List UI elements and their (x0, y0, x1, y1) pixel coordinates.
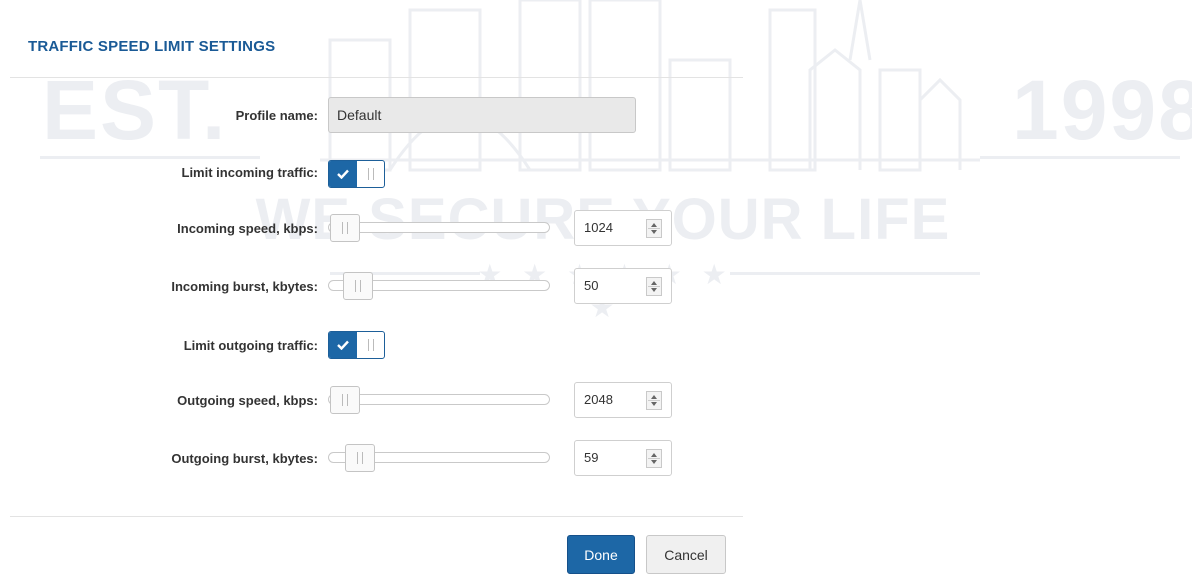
profile-name-row: Profile name: Default (0, 97, 745, 137)
traffic-speed-limit-dialog: TRAFFIC SPEED LIMIT SETTINGS Profile nam… (0, 0, 745, 585)
limit-incoming-label: Limit incoming traffic: (181, 165, 319, 180)
spinner-down-icon[interactable] (651, 460, 657, 464)
grip-icon (368, 339, 374, 351)
spinner-arrows-icon[interactable] (646, 219, 662, 238)
incoming-speed-row: Incoming speed, kbps: 1024 (0, 210, 745, 250)
spinner-divider (648, 400, 660, 401)
toggle-on-segment (329, 161, 357, 187)
watermark-line (980, 156, 1180, 159)
spinner-divider (648, 286, 660, 287)
outgoing-burst-label: Outgoing burst, kbytes: (171, 451, 318, 466)
outgoing-burst-value: 59 (584, 450, 599, 465)
outgoing-burst-slider[interactable] (328, 440, 550, 476)
incoming-burst-label: Incoming burst, kbytes: (171, 279, 318, 294)
watermark-line (730, 272, 980, 275)
grip-icon (357, 452, 364, 464)
slider-track (328, 222, 550, 233)
spinner-divider (648, 228, 660, 229)
limit-incoming-row: Limit incoming traffic: (0, 160, 745, 201)
limit-incoming-toggle[interactable] (328, 160, 385, 188)
limit-outgoing-row: Limit outgoing traffic: (0, 331, 745, 372)
outgoing-speed-label: Outgoing speed, kbps: (177, 393, 318, 408)
profile-name-label: Profile name: (235, 108, 318, 123)
slider-thumb[interactable] (330, 214, 360, 242)
cancel-button[interactable]: Cancel (646, 535, 726, 574)
toggle-on-segment (329, 332, 357, 358)
spinner-down-icon[interactable] (651, 230, 657, 234)
watermark-year-text: 1998 (1012, 63, 1192, 157)
footer-divider (10, 516, 743, 517)
check-icon (337, 340, 349, 350)
toggle-handle (358, 161, 384, 187)
slider-thumb[interactable] (345, 444, 376, 472)
incoming-burst-value: 50 (584, 278, 599, 293)
slider-thumb[interactable] (330, 386, 360, 414)
spinner-down-icon[interactable] (651, 288, 657, 292)
grip-icon (368, 168, 374, 180)
grip-icon (355, 280, 362, 292)
incoming-burst-slider[interactable] (328, 268, 550, 304)
spinner-arrows-icon[interactable] (646, 391, 662, 410)
spinner-up-icon[interactable] (651, 395, 657, 399)
incoming-speed-value: 1024 (584, 220, 613, 235)
check-icon (337, 169, 349, 179)
profile-name-input[interactable]: Default (328, 97, 636, 133)
outgoing-speed-value: 2048 (584, 392, 613, 407)
incoming-speed-slider[interactable] (328, 210, 550, 246)
dialog-title: TRAFFIC SPEED LIMIT SETTINGS (28, 38, 276, 55)
slider-track (328, 394, 550, 405)
toggle-handle (358, 332, 384, 358)
incoming-burst-row: Incoming burst, kbytes: 50 (0, 268, 745, 308)
outgoing-burst-row: Outgoing burst, kbytes: 59 (0, 440, 745, 480)
outgoing-speed-slider[interactable] (328, 382, 550, 418)
outgoing-burst-input[interactable]: 59 (574, 440, 672, 476)
done-button[interactable]: Done (567, 535, 635, 574)
outgoing-speed-input[interactable]: 2048 (574, 382, 672, 418)
slider-thumb[interactable] (343, 272, 374, 300)
incoming-speed-label: Incoming speed, kbps: (177, 221, 318, 236)
spinner-up-icon[interactable] (651, 453, 657, 457)
spinner-up-icon[interactable] (651, 281, 657, 285)
spinner-divider (648, 458, 660, 459)
limit-outgoing-toggle[interactable] (328, 331, 385, 359)
spinner-arrows-icon[interactable] (646, 277, 662, 296)
spinner-up-icon[interactable] (651, 223, 657, 227)
spinner-arrows-icon[interactable] (646, 449, 662, 468)
grip-icon (342, 222, 348, 234)
outgoing-speed-row: Outgoing speed, kbps: 2048 (0, 382, 745, 422)
incoming-burst-input[interactable]: 50 (574, 268, 672, 304)
header-divider (10, 77, 743, 78)
grip-icon (342, 394, 348, 406)
limit-outgoing-label: Limit outgoing traffic: (183, 338, 318, 353)
incoming-speed-input[interactable]: 1024 (574, 210, 672, 246)
spinner-down-icon[interactable] (651, 402, 657, 406)
